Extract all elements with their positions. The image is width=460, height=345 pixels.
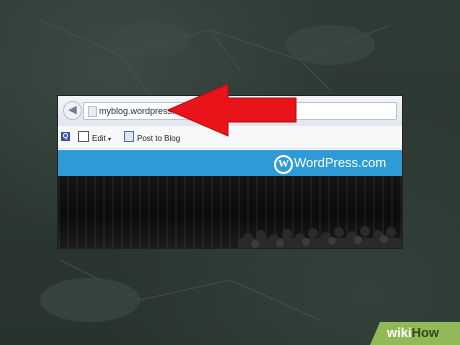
wikihow-watermark: wikiHow — [370, 322, 460, 345]
wikihow-how: How — [411, 325, 440, 340]
red-arrow-icon — [166, 83, 297, 137]
wikihow-wiki: wiki — [387, 325, 412, 340]
wikihow-logo-text: wikiHow — [387, 325, 439, 340]
